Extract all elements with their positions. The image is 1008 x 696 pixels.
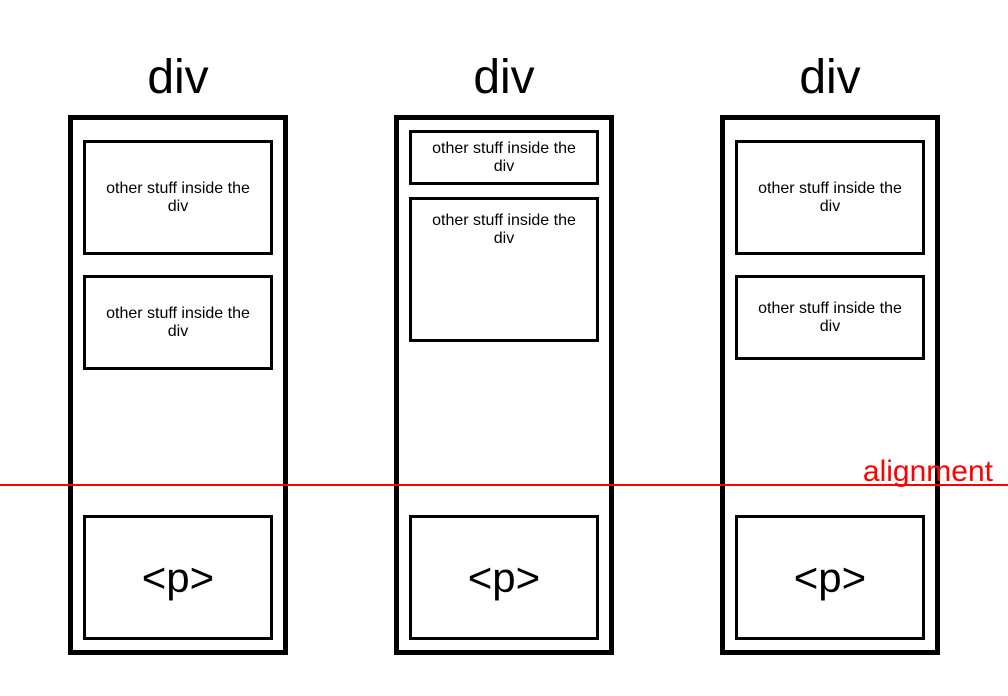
inner-box-3-1: other stuff inside the div: [735, 140, 925, 255]
column-2-label: div: [473, 50, 534, 105]
inner-box-2-1: other stuff inside the div: [409, 130, 599, 185]
inner-box-1-1: other stuff inside the div: [83, 140, 273, 255]
inner-box-3-2: other stuff inside the div: [735, 275, 925, 360]
alignment-label: alignment: [863, 455, 993, 489]
top-area-1: other stuff inside the div other stuff i…: [83, 130, 273, 515]
diagram-container: div other stuff inside the div other stu…: [0, 0, 1008, 655]
top-area-2: other stuff inside the div other stuff i…: [409, 130, 599, 515]
column-1: div other stuff inside the div other stu…: [68, 50, 288, 655]
column-3-label: div: [799, 50, 860, 105]
div-box-1: other stuff inside the div other stuff i…: [68, 115, 288, 655]
inner-box-1-2: other stuff inside the div: [83, 275, 273, 370]
p-box-2: <p>: [409, 515, 599, 640]
column-2: div other stuff inside the div other stu…: [394, 50, 614, 655]
inner-box-2-2: other stuff inside the div: [409, 197, 599, 342]
div-box-3: other stuff inside the div other stuff i…: [720, 115, 940, 655]
column-3: div other stuff inside the div other stu…: [720, 50, 940, 655]
div-box-2: other stuff inside the div other stuff i…: [394, 115, 614, 655]
p-box-3: <p>: [735, 515, 925, 640]
column-1-label: div: [147, 50, 208, 105]
p-box-1: <p>: [83, 515, 273, 640]
